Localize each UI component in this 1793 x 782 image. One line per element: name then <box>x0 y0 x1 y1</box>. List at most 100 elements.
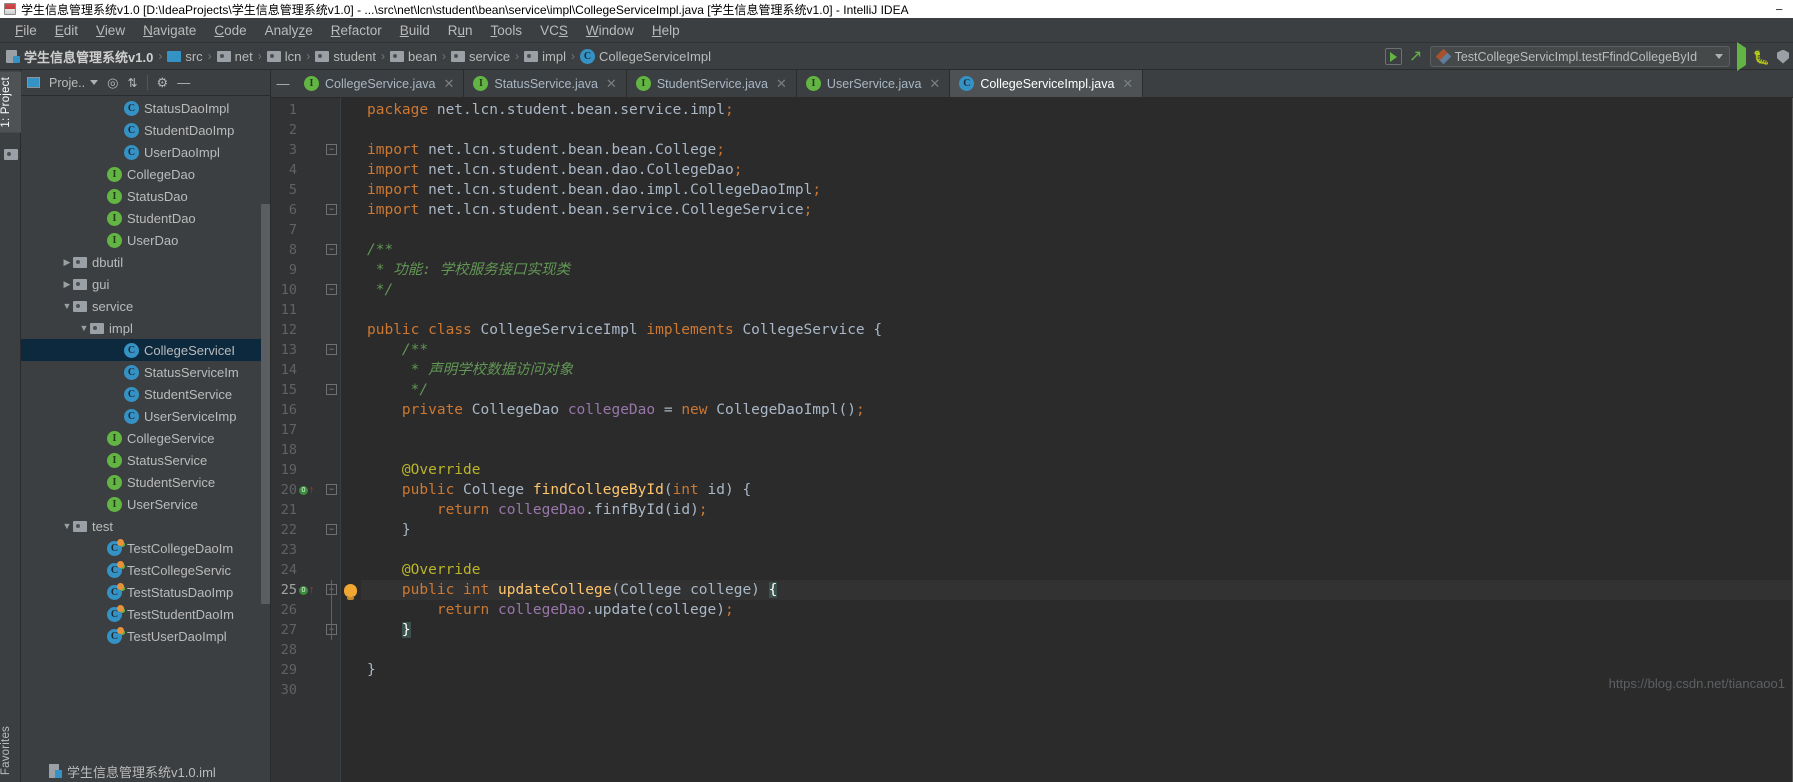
hide-icon[interactable]: — <box>177 76 190 89</box>
code-line[interactable]: public class CollegeServiceImpl implemen… <box>361 320 1793 340</box>
make-project-icon[interactable] <box>1385 48 1403 65</box>
tree-node[interactable]: C StudentDaoImp <box>21 119 270 141</box>
intention-bulb-column[interactable] <box>341 98 361 782</box>
code-line[interactable]: */ <box>361 280 1793 300</box>
minimize-button[interactable]: − <box>1775 0 1783 18</box>
breadcrumb-item-service[interactable]: service <box>450 49 510 64</box>
run-configuration-selector[interactable]: TestCollegeServicImpl.testFfindCollegeBy… <box>1429 46 1730 67</box>
collapse-all-icon[interactable]: ⇅ <box>127 76 137 90</box>
fold-toggle-icon[interactable]: − <box>326 284 337 295</box>
code-line[interactable]: import net.lcn.student.bean.bean.College… <box>361 140 1793 160</box>
code-line[interactable] <box>361 120 1793 140</box>
tab-StudentService-java[interactable]: I StudentService.java ✕ <box>627 70 797 97</box>
chevron-right-icon[interactable]: ▶ <box>61 279 73 290</box>
code-line[interactable]: public int updateCollege(College college… <box>361 580 1793 600</box>
list-item-iml-file[interactable]: 学生信息管理系统v1.0.iml <box>49 762 216 781</box>
tree-node[interactable]: ▼ test <box>21 515 270 537</box>
locate-icon[interactable]: ◎ <box>107 75 118 91</box>
override-marker-icon[interactable]: O ↑ <box>299 480 315 500</box>
tree-node[interactable]: ▼ service <box>21 295 270 317</box>
code-line[interactable] <box>361 640 1793 660</box>
tree-node[interactable]: I StudentDao <box>21 207 270 229</box>
chevron-down-icon[interactable] <box>1714 54 1723 59</box>
tab-CollegeService-java[interactable]: I CollegeService.java ✕ <box>295 70 465 97</box>
menu-run[interactable]: Run <box>439 21 482 40</box>
menu-analyze[interactable]: Analyze <box>256 21 322 40</box>
code-line[interactable]: */ <box>361 380 1793 400</box>
override-marker-icon[interactable]: O ↑ <box>299 580 315 600</box>
close-icon[interactable]: ✕ <box>1122 76 1133 92</box>
code-line[interactable] <box>361 440 1793 460</box>
close-icon[interactable]: ✕ <box>606 76 617 92</box>
code-line[interactable]: return collegeDao.update(college); <box>361 600 1793 620</box>
breadcrumb-item-bean[interactable]: bean <box>390 49 437 64</box>
tree-node[interactable]: C TestStudentDaoIm <box>21 603 270 625</box>
build-icon[interactable]: ↖ <box>1409 48 1422 65</box>
close-icon[interactable]: ✕ <box>443 76 454 92</box>
code-line[interactable] <box>361 420 1793 440</box>
breadcrumb-item-net[interactable]: net <box>216 49 253 64</box>
menu-vcs[interactable]: VCS <box>531 21 577 40</box>
tree-node[interactable]: I StatusDao <box>21 185 270 207</box>
tab-CollegeServiceImpl-java[interactable]: C CollegeServiceImpl.java ✕ <box>950 70 1144 97</box>
fold-toggle-icon[interactable]: − <box>326 204 337 215</box>
code-line[interactable]: public College findCollegeById(int id) { <box>361 480 1793 500</box>
fold-toggle-icon[interactable]: − <box>326 144 337 155</box>
menu-code[interactable]: Code <box>205 21 255 40</box>
code-line[interactable] <box>361 300 1793 320</box>
chevron-down-icon[interactable] <box>90 80 99 85</box>
tree-node[interactable]: C UserServiceImp <box>21 405 270 427</box>
tab-StatusService-java[interactable]: I StatusService.java ✕ <box>464 70 627 97</box>
tree-node[interactable]: C StatusServiceIm <box>21 361 270 383</box>
intention-bulb-icon[interactable] <box>344 584 357 600</box>
menu-view[interactable]: View <box>87 21 134 40</box>
tree-node[interactable]: I UserService <box>21 493 270 515</box>
code-line[interactable]: @Override <box>361 460 1793 480</box>
breadcrumb-item-src[interactable]: src <box>167 49 203 64</box>
code-line[interactable]: } <box>361 620 1793 640</box>
code-line[interactable]: } <box>361 660 1793 680</box>
tree-node[interactable]: I CollegeDao <box>21 163 270 185</box>
menu-edit[interactable]: Edit <box>46 21 87 40</box>
tree-node[interactable]: I CollegeService <box>21 427 270 449</box>
code-line[interactable]: } <box>361 520 1793 540</box>
code-line[interactable] <box>361 220 1793 240</box>
tree-node[interactable]: I StudentService <box>21 471 270 493</box>
coverage-icon[interactable] <box>1777 49 1789 64</box>
code-line[interactable]: @Override <box>361 560 1793 580</box>
tree-node[interactable]: C TestCollegeDaoIm <box>21 537 270 559</box>
tree-node[interactable]: I StatusService <box>21 449 270 471</box>
close-icon[interactable]: ✕ <box>929 76 940 92</box>
tree-node[interactable]: C UserDaoImpl <box>21 141 270 163</box>
breadcrumb-item-impl[interactable]: impl <box>524 49 566 64</box>
fold-toggle-icon[interactable]: − <box>326 244 337 255</box>
fold-toggle-icon[interactable]: − <box>326 384 337 395</box>
code-text-area[interactable]: package net.lcn.student.bean.service.imp… <box>361 98 1793 782</box>
chevron-right-icon[interactable]: ▶ <box>61 257 73 268</box>
close-icon[interactable]: ✕ <box>776 76 787 92</box>
tab-list-icon[interactable]: — <box>271 70 295 97</box>
code-folding-column[interactable]: −−−−−−−−−− <box>323 98 341 782</box>
code-line[interactable]: /** <box>361 340 1793 360</box>
menu-build[interactable]: Build <box>391 21 439 40</box>
tree-node[interactable]: ▶ gui <box>21 273 270 295</box>
tree-node[interactable]: C TestUserDaoImpl <box>21 625 270 647</box>
code-line[interactable]: * 功能: 学校服务接口实现类 <box>361 260 1793 280</box>
tool-window-button-favorites[interactable]: Favorites <box>0 721 21 780</box>
tree-node[interactable]: C StatusDaoImpl <box>21 97 270 119</box>
project-tree-scrollbar[interactable] <box>261 204 270 604</box>
gear-icon[interactable]: ⚙ <box>157 76 169 89</box>
breadcrumb-item-student[interactable]: student <box>315 49 376 64</box>
code-line[interactable]: import net.lcn.student.bean.dao.CollegeD… <box>361 160 1793 180</box>
breadcrumb-item-lcn[interactable]: lcn <box>266 49 301 64</box>
code-line[interactable]: return collegeDao.finfById(id); <box>361 500 1793 520</box>
debug-icon[interactable]: 🐛 <box>1753 50 1770 64</box>
code-line[interactable] <box>361 680 1793 700</box>
breadcrumb-item-学生信息管理系统v1.0[interactable]: 学生信息管理系统v1.0 <box>6 47 153 66</box>
tree-node[interactable]: ▶ dbutil <box>21 251 270 273</box>
code-line[interactable]: /** <box>361 240 1793 260</box>
project-tree[interactable]: C StatusDaoImpl C StudentDaoImp C UserDaoImpl… <box>21 96 270 760</box>
run-icon[interactable] <box>1736 41 1746 71</box>
fold-toggle-icon[interactable]: − <box>326 484 337 495</box>
breadcrumb-item-CollegeServiceImpl[interactable]: C CollegeServiceImpl <box>579 48 711 64</box>
